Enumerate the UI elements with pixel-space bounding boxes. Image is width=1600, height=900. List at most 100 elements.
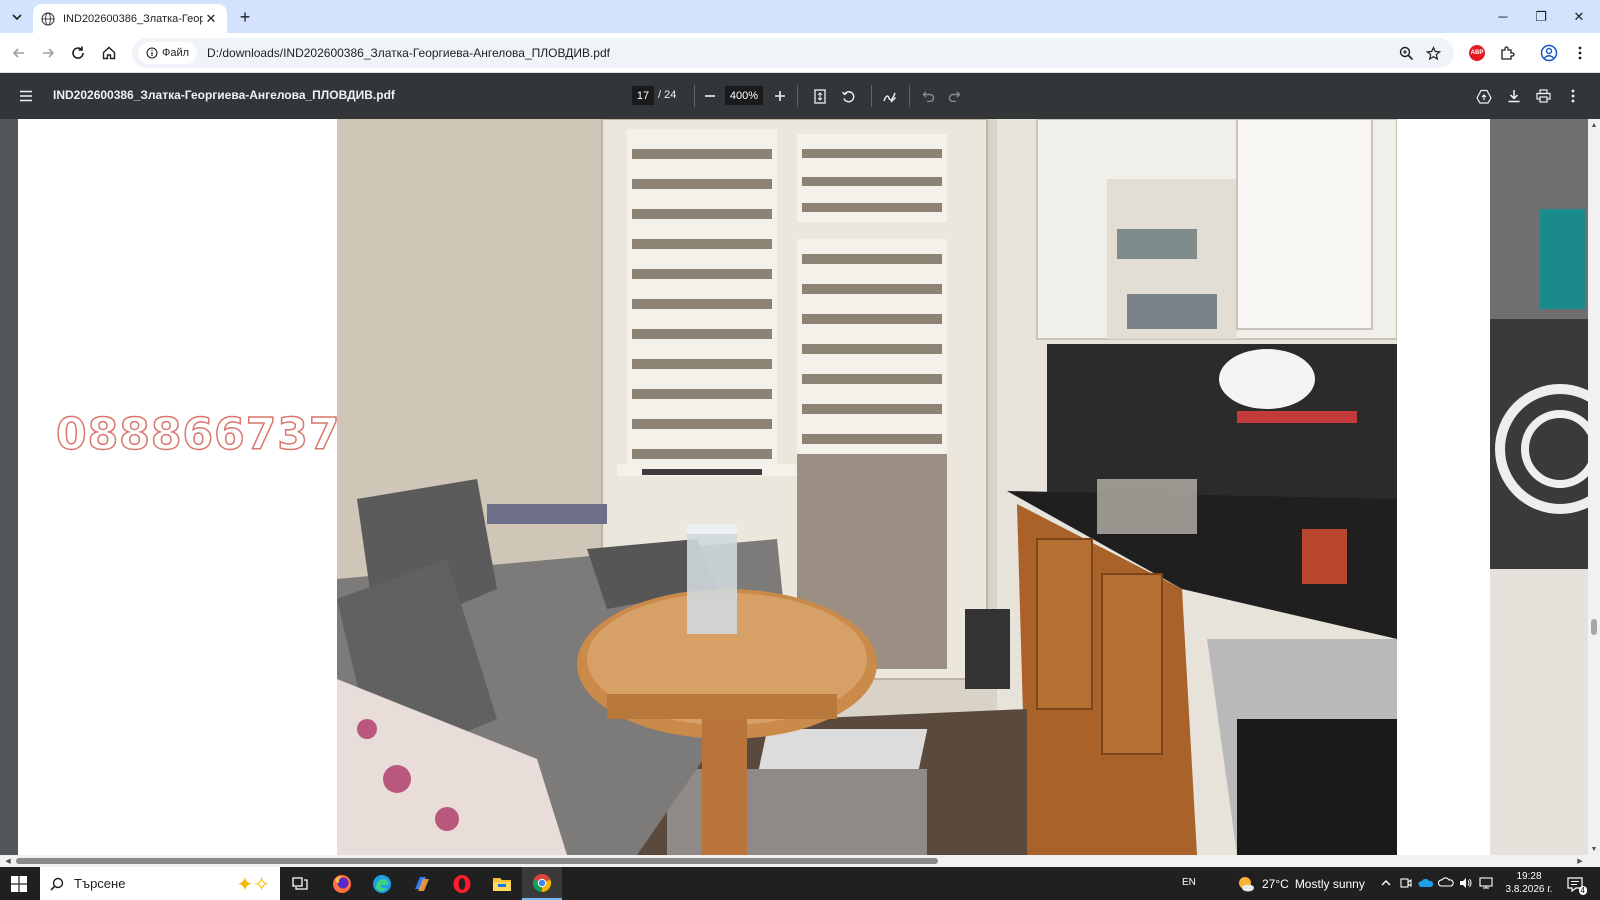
windows-logo-icon <box>11 875 27 892</box>
folder-icon <box>493 877 511 891</box>
weather-condition: Mostly sunny <box>1294 877 1365 891</box>
rotate-button[interactable] <box>836 84 860 108</box>
horizontal-scroll-thumb[interactable] <box>16 858 938 864</box>
info-icon <box>146 47 158 59</box>
toolbar-divider <box>797 85 798 107</box>
scroll-left-arrow-icon[interactable]: ◀ <box>2 855 14 867</box>
firefox-icon <box>333 874 351 893</box>
adblock-icon: ABP <box>1469 45 1485 61</box>
toolbar-divider <box>694 85 695 107</box>
onedrive-cloud-icon[interactable] <box>1418 875 1434 891</box>
home-icon <box>102 46 116 60</box>
zoom-out-button[interactable] <box>698 84 722 108</box>
restore-button[interactable]: ❐ <box>1522 0 1560 33</box>
zoom-indicator-button[interactable] <box>1395 42 1417 64</box>
download-button[interactable] <box>1502 84 1526 108</box>
home-button[interactable] <box>96 40 122 66</box>
site-info-label: Файл <box>162 47 190 59</box>
onedrive-sync-icon[interactable] <box>1438 875 1454 891</box>
taskbar-edge[interactable] <box>362 867 402 900</box>
task-view-button[interactable] <box>280 867 320 900</box>
close-window-button[interactable]: ✕ <box>1560 0 1598 33</box>
undo-button[interactable] <box>916 84 940 108</box>
copilot-icon <box>415 876 429 891</box>
toolbar-divider <box>871 85 872 107</box>
page-number-input[interactable]: 17 <box>632 86 654 105</box>
tab-search-button[interactable] <box>6 6 28 28</box>
site-info-chip[interactable]: Файл <box>138 42 198 64</box>
pdf-sidebar-toggle[interactable] <box>14 84 38 108</box>
new-tab-button[interactable]: + <box>234 6 256 28</box>
reload-icon <box>72 46 84 59</box>
tab-close-icon[interactable]: ✕ <box>203 11 219 27</box>
weather-temperature: 27°C <box>1262 877 1289 891</box>
reload-button[interactable] <box>65 40 91 66</box>
fit-to-page-button[interactable] <box>808 84 832 108</box>
zoom-in-button[interactable] <box>768 84 792 108</box>
chrome-icon <box>532 873 552 892</box>
start-button[interactable] <box>0 867 38 900</box>
sun-cloud-icon <box>1239 877 1254 892</box>
magnifier-zoom-icon <box>1399 46 1413 60</box>
tray-overflow-chevron-icon[interactable] <box>1378 875 1394 891</box>
forward-button[interactable] <box>35 40 61 66</box>
profile-button[interactable] <box>1536 40 1562 66</box>
url-text[interactable]: D:/downloads/IND202600386_Златка-Георгие… <box>207 46 610 60</box>
annotate-button[interactable] <box>877 84 901 108</box>
arrow-right-icon <box>43 48 55 58</box>
taskbar-chrome[interactable] <box>522 867 562 900</box>
phone-number-watermark: 0888667378 <box>55 408 373 461</box>
notification-count-badge: 4 <box>1578 886 1587 895</box>
scroll-right-arrow-icon[interactable]: ▶ <box>1574 855 1586 867</box>
vertical-scroll-thumb[interactable] <box>1591 619 1597 635</box>
drive-upload-icon <box>1476 89 1492 104</box>
browser-menu-button[interactable] <box>1567 40 1593 66</box>
arrow-left-icon <box>12 48 24 58</box>
input-language[interactable]: EN <box>1182 877 1196 888</box>
meet-now-icon[interactable] <box>1398 875 1414 891</box>
bookmark-button[interactable] <box>1422 42 1444 64</box>
edge-icon <box>373 874 391 893</box>
weather-widget[interactable]: 27°C Mostly sunny <box>1236 875 1365 893</box>
browser-toolbar: Файл D:/downloads/IND202600386_Златка-Ге… <box>0 33 1600 73</box>
print-button[interactable] <box>1531 84 1555 108</box>
taskbar-opera[interactable] <box>442 867 482 900</box>
omnibox[interactable]: Файл D:/downloads/IND202600386_Златка-Ге… <box>132 38 1454 68</box>
taskbar-firefox[interactable] <box>322 867 362 900</box>
copilot-sparkle-icon: ✦✧ <box>236 874 270 896</box>
horizontal-scrollbar[interactable]: ◀ ▶ <box>0 855 1600 867</box>
extensions-button[interactable] <box>1494 40 1520 66</box>
system-clock[interactable]: 19:28 3.8.2026 г. <box>1504 870 1554 896</box>
scroll-down-arrow-icon[interactable]: ▼ <box>1588 843 1600 855</box>
clock-date: 3.8.2026 г. <box>1505 884 1553 895</box>
notification-center-button[interactable]: 4 <box>1565 874 1587 895</box>
minimize-button[interactable]: ─ <box>1484 0 1522 33</box>
download-icon <box>1508 90 1520 103</box>
minus-icon <box>705 95 715 97</box>
scroll-up-arrow-icon[interactable]: ▲ <box>1588 119 1600 131</box>
browser-tab-active[interactable]: IND202600386_Златка-Георгиева-Ангелова_П… <box>33 4 227 33</box>
back-button[interactable] <box>6 40 32 66</box>
puzzle-icon <box>1501 46 1515 60</box>
pdf-more-options-button[interactable] <box>1561 84 1585 108</box>
taskbar-search-box[interactable]: Търсене ✦✧ <box>40 867 280 900</box>
save-to-drive-button[interactable] <box>1472 84 1496 108</box>
tab-strip: IND202600386_Златка-Георгиева-Ангелова_П… <box>0 0 1600 33</box>
taskbar-file-explorer[interactable] <box>482 867 522 900</box>
printer-icon <box>1535 89 1551 103</box>
pdf-page: 0888667378 <box>18 119 1490 855</box>
pdf-toolbar: IND202600386_Златка-Георгиева-Ангелова_П… <box>0 73 1600 119</box>
taskbar-copilot[interactable] <box>402 867 442 900</box>
profile-avatar-icon <box>1540 44 1558 62</box>
network-icon[interactable] <box>1478 875 1494 891</box>
tab-title: IND202600386_Златка-Георгиева-Ангелова_П… <box>63 12 203 25</box>
star-icon <box>1425 45 1441 60</box>
search-icon <box>50 877 64 891</box>
pdf-viewport[interactable]: 0888667378 <box>0 119 1600 855</box>
adblock-extension-button[interactable]: ABP <box>1464 40 1490 66</box>
globe-icon <box>41 11 55 26</box>
vertical-scrollbar[interactable]: ▲ ▼ <box>1588 119 1600 855</box>
redo-button[interactable] <box>942 84 966 108</box>
volume-icon[interactable] <box>1458 875 1474 891</box>
zoom-level-input[interactable]: 400% <box>725 86 763 105</box>
